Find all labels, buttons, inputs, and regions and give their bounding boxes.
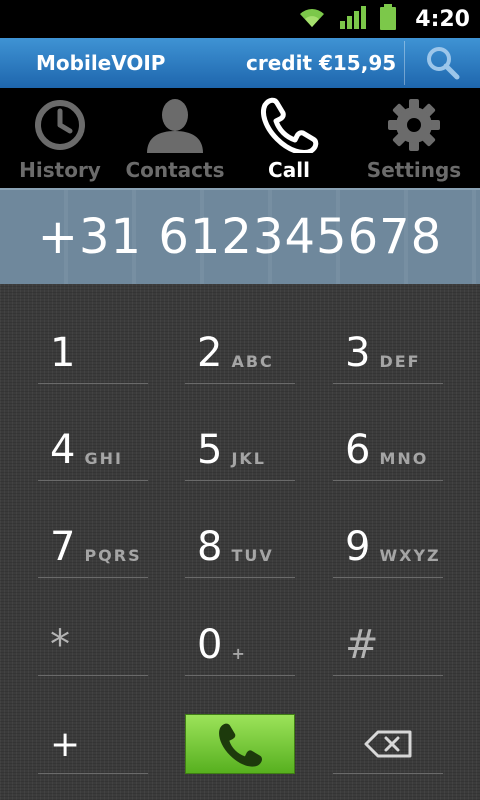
key-8[interactable]: 8 TUV	[185, 508, 295, 578]
key-digit: 7	[50, 524, 76, 570]
key-1[interactable]: 1	[38, 314, 148, 384]
app-name: MobileVOIP	[36, 51, 166, 75]
key-digit: +	[50, 724, 81, 765]
search-icon	[426, 47, 459, 80]
backspace-icon	[364, 730, 412, 757]
tab-settings[interactable]: Settings	[348, 88, 480, 188]
key-digit: 5	[197, 427, 223, 473]
credit-balance: credit €15,95	[246, 51, 397, 75]
key-digit: 3	[345, 330, 371, 376]
battery-icon	[379, 4, 397, 34]
phone-icon	[219, 723, 263, 767]
key-digit: 0	[197, 622, 223, 668]
key-hash[interactable]: #	[333, 606, 443, 676]
key-digit: 9	[345, 524, 371, 570]
tab-history-label: History	[19, 158, 101, 182]
key-letters: TUV	[231, 546, 274, 565]
number-display[interactable]: +31 612345678	[0, 188, 480, 284]
key-digit: 4	[50, 427, 76, 473]
tab-history[interactable]: History	[0, 88, 120, 188]
backspace-button[interactable]	[333, 714, 443, 774]
tab-contacts[interactable]: Contacts	[120, 88, 230, 188]
key-digit: #	[345, 622, 379, 668]
key-letters: JKL	[231, 449, 266, 468]
key-9[interactable]: 9 WXYZ	[333, 508, 443, 578]
gear-icon	[388, 99, 440, 151]
key-2[interactable]: 2 ABC	[185, 314, 295, 384]
search-button[interactable]	[405, 38, 480, 88]
wifi-icon	[297, 5, 327, 33]
key-7[interactable]: 7 PQRS	[38, 508, 148, 578]
key-letters: PQRS	[84, 546, 142, 565]
key-letters: DEF	[379, 352, 421, 371]
key-letters: GHI	[84, 449, 123, 468]
status-time: 4:20	[415, 6, 470, 32]
key-letters: WXYZ	[379, 546, 441, 565]
dial-keypad: 1 2 ABC 3 DEF 4 GHI 5 JKL 6 MNO 7 PQRS 8…	[0, 284, 480, 800]
key-digit: 6	[345, 427, 371, 473]
key-5[interactable]: 5 JKL	[185, 411, 295, 481]
tab-call-label: Call	[268, 158, 310, 182]
dialed-number: +31 612345678	[37, 209, 443, 265]
key-digit: 1	[50, 330, 76, 376]
key-0[interactable]: 0 +	[185, 606, 295, 676]
person-icon	[147, 99, 203, 153]
tab-settings-label: Settings	[366, 158, 462, 182]
call-button[interactable]	[185, 714, 295, 774]
tab-bar: History Contacts Call Settings	[0, 88, 480, 188]
key-letters: +	[231, 644, 247, 663]
key-6[interactable]: 6 MNO	[333, 411, 443, 481]
key-plus[interactable]: +	[38, 704, 148, 774]
title-bar: MobileVOIP credit €15,95	[0, 38, 480, 88]
key-letters: ABC	[231, 352, 274, 371]
tab-call[interactable]: Call	[230, 88, 348, 188]
key-letters: MNO	[379, 449, 429, 468]
key-3[interactable]: 3 DEF	[333, 314, 443, 384]
signal-icon	[339, 5, 367, 33]
key-digit: 2	[197, 330, 223, 376]
status-bar: 4:20	[0, 0, 480, 38]
tab-contacts-label: Contacts	[125, 158, 225, 182]
key-digit: 8	[197, 524, 223, 570]
key-star[interactable]: *	[38, 606, 148, 676]
key-4[interactable]: 4 GHI	[38, 411, 148, 481]
key-digit: *	[50, 622, 70, 668]
phone-icon	[261, 97, 319, 153]
clock-icon	[35, 100, 85, 150]
